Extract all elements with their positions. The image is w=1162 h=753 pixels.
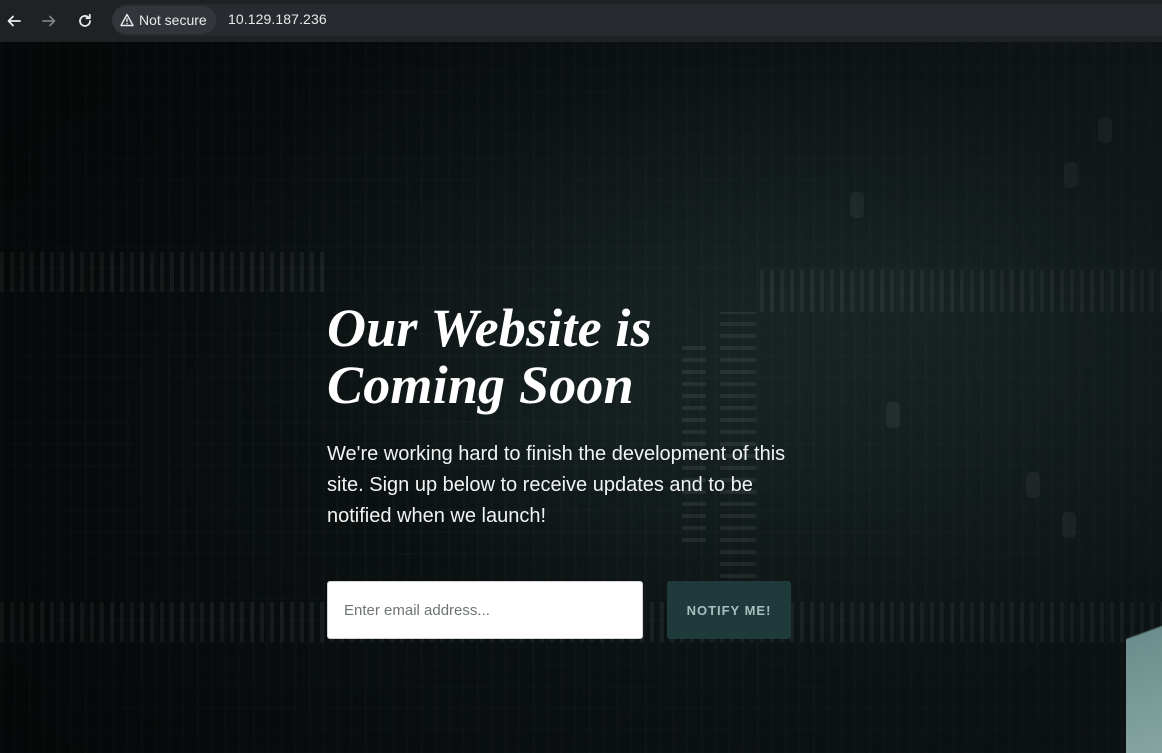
- browser-toolbar: Not secure 10.129.187.236: [0, 0, 1162, 42]
- reload-button[interactable]: [73, 9, 97, 33]
- back-button[interactable]: [2, 9, 26, 33]
- url-text[interactable]: 10.129.187.236: [228, 11, 327, 27]
- notify-me-button[interactable]: NOTIFY ME!: [667, 581, 791, 639]
- reload-icon: [79, 13, 91, 27]
- hero-content: Our Website is Coming Soon We're working…: [327, 298, 797, 528]
- page-subtitle: We're working hard to finish the develop…: [327, 443, 786, 527]
- warning-triangle-icon: [120, 13, 134, 27]
- back-arrow-icon: [7, 15, 21, 27]
- page-title: Our Website is Coming Soon: [327, 298, 652, 415]
- security-label: Not secure: [139, 12, 207, 28]
- email-input[interactable]: [327, 581, 643, 639]
- forward-button[interactable]: [37, 9, 61, 33]
- forward-arrow-icon: [42, 15, 56, 27]
- corner-accent: [1126, 533, 1162, 753]
- security-chip[interactable]: Not secure: [112, 6, 216, 34]
